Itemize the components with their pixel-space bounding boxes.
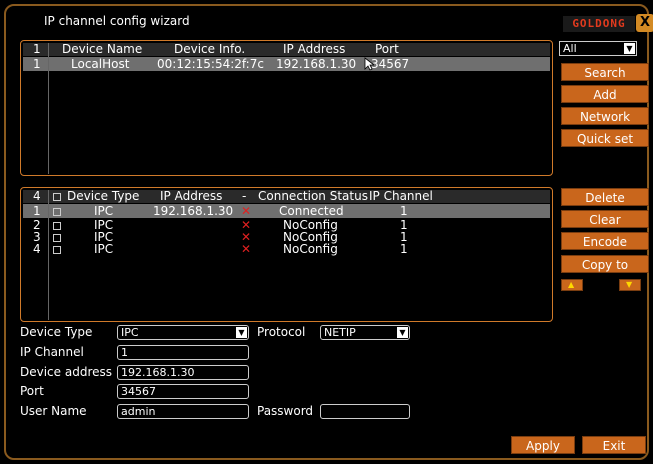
arrow-up-icon: ▲	[568, 280, 575, 289]
port-label: Port	[20, 384, 44, 398]
col-port[interactable]: Port	[375, 43, 399, 56]
row-device-info: 00:12:15:54:2f:7c	[157, 57, 264, 71]
channel-count: 4	[33, 189, 41, 203]
copy-to-button[interactable]: Copy to	[561, 255, 649, 273]
ch-status: NoConfig	[283, 242, 338, 256]
status-x-icon: ✕	[241, 204, 252, 218]
row-checkbox[interactable]	[53, 208, 61, 216]
user-name-input[interactable]: admin	[117, 404, 249, 419]
protocol-label: Protocol	[257, 325, 306, 339]
device-type-select[interactable]: IPC ▼	[117, 325, 249, 340]
row-ip: 192.168.1.30	[276, 57, 357, 71]
ch-type: IPC	[94, 204, 114, 218]
filter-select[interactable]: All ▼	[559, 41, 637, 56]
device-type-value: IPC	[121, 326, 139, 339]
ch-channel: 1	[400, 204, 408, 218]
col-ip-address[interactable]: IP Address	[160, 190, 222, 203]
ch-index: 1	[33, 204, 41, 218]
clear-button[interactable]: Clear	[561, 210, 649, 228]
row-device-name: LocalHost	[71, 57, 130, 71]
col-device-name[interactable]: Device Name	[62, 43, 142, 56]
password-label: Password	[257, 404, 314, 418]
network-button[interactable]: Network	[561, 107, 649, 125]
ip-channel-label: IP Channel	[20, 345, 84, 359]
page-up-button[interactable]: ▲	[561, 279, 583, 291]
row-checkbox[interactable]	[53, 234, 61, 242]
user-name-label: User Name	[20, 404, 87, 418]
row-checkbox[interactable]	[53, 222, 61, 230]
exit-button[interactable]: Exit	[582, 436, 646, 454]
page-down-button[interactable]: ▼	[619, 279, 641, 291]
col-dash: -	[242, 189, 247, 203]
channel-list-panel: 4 Device Type IP Address - Connection St…	[20, 187, 553, 322]
delete-button[interactable]: Delete	[561, 188, 649, 206]
row-index: 1	[33, 57, 41, 71]
ch-ip: 192.168.1.30	[153, 204, 234, 218]
ch-channel: 1	[400, 242, 408, 256]
col-device-type[interactable]: Device Type	[67, 190, 139, 203]
add-button[interactable]: Add	[561, 85, 649, 103]
brand-logo: GOLDONG	[563, 16, 635, 32]
protocol-select[interactable]: NETIP ▼	[320, 325, 410, 340]
ch-type: IPC	[94, 242, 114, 256]
search-count: 1	[33, 42, 41, 56]
apply-button[interactable]: Apply	[511, 436, 575, 454]
window-title: IP channel config wizard	[44, 14, 190, 28]
col-device-info[interactable]: Device Info.	[174, 43, 245, 56]
device-type-label: Device Type	[20, 325, 93, 339]
quick-set-button[interactable]: Quick set	[561, 129, 649, 147]
search-results-panel: 1 Device Name Device Info. IP Address Po…	[20, 40, 553, 176]
search-button[interactable]: Search	[561, 63, 649, 81]
encode-button[interactable]: Encode	[561, 232, 649, 250]
mouse-cursor-icon	[364, 57, 374, 71]
status-x-icon: ✕	[241, 242, 252, 256]
filter-value: All	[563, 42, 577, 55]
ch-index: 4	[33, 242, 41, 256]
select-all-checkbox[interactable]	[53, 193, 61, 201]
password-input[interactable]	[320, 404, 410, 419]
ip-channel-input[interactable]: 1	[117, 345, 249, 360]
ch-status: Connected	[279, 204, 344, 218]
col-connection-status[interactable]: Connection Status	[258, 190, 368, 203]
chevron-down-icon: ▼	[236, 327, 247, 338]
col-ip-channel[interactable]: IP Channel	[369, 190, 433, 203]
device-address-label: Device address	[20, 365, 112, 379]
port-input[interactable]: 34567	[117, 384, 249, 399]
row-checkbox[interactable]	[53, 246, 61, 254]
close-icon[interactable]: X	[636, 14, 653, 32]
row-port: 34567	[371, 57, 410, 71]
chevron-down-icon: ▼	[624, 43, 635, 54]
protocol-value: NETIP	[324, 326, 356, 339]
chevron-down-icon: ▼	[397, 327, 408, 338]
arrow-down-icon: ▼	[626, 280, 633, 289]
device-address-input[interactable]: 192.168.1.30	[117, 365, 249, 380]
col-ip-address[interactable]: IP Address	[283, 43, 345, 56]
